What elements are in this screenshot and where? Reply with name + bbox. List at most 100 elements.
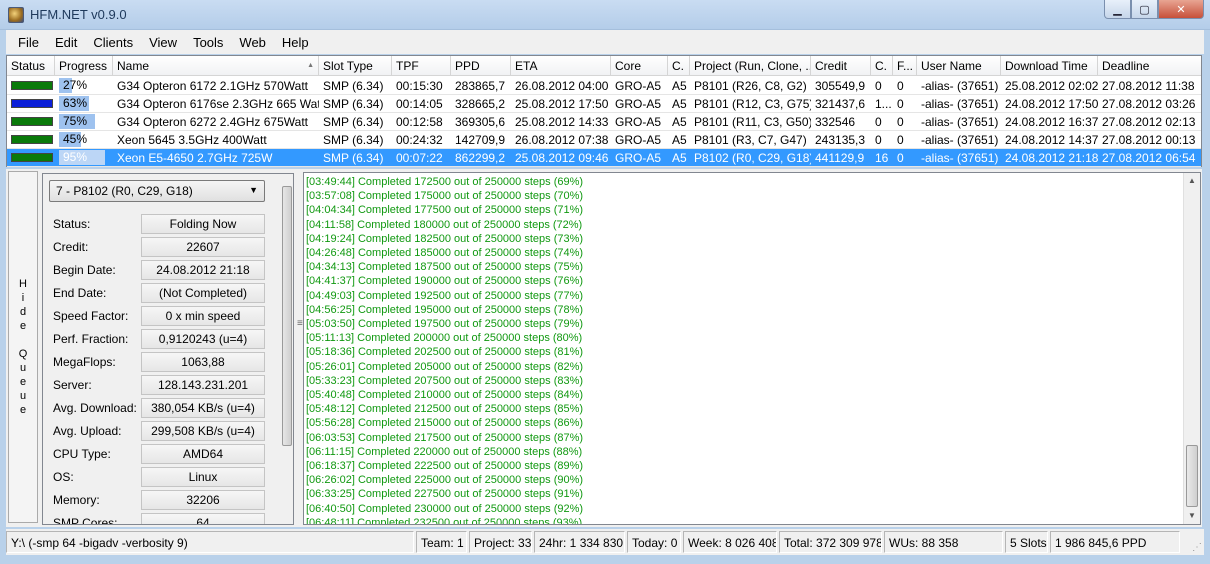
log-scroll-thumb[interactable]: [1186, 445, 1198, 507]
cell-tpf: 00:14:05: [396, 97, 443, 111]
cell-core: GRO-A5: [615, 97, 662, 111]
col-header-ppd[interactable]: PPD: [451, 56, 511, 76]
cell-deadline: 27.08.2012 02:13: [1102, 115, 1196, 129]
table-row[interactable]: 27% G34 Opteron 6172 2.1GHz 570Watt SMP (6…: [7, 77, 1201, 95]
queue-scrollbar[interactable]: [281, 178, 293, 522]
hide-queue-button[interactable]: Hide Queue: [8, 171, 38, 523]
queue-field: OS: Linux: [51, 467, 281, 487]
queue-field: MegaFlops: 1063,88: [51, 352, 281, 372]
menu-tools[interactable]: Tools: [185, 35, 231, 50]
window-title: HFM.NET v0.9.0: [30, 7, 127, 22]
log-panel: [03:49:44] Completed 172500 out of 25000…: [303, 172, 1201, 525]
cell-core: GRO-A5: [615, 133, 662, 147]
col-header-status[interactable]: Status: [7, 56, 55, 76]
scroll-up-icon[interactable]: ▲: [1184, 173, 1200, 189]
resize-grip-icon[interactable]: ⋰: [1192, 542, 1202, 553]
col-header-core[interactable]: Core: [611, 56, 668, 76]
progress-bar: 95%: [59, 150, 107, 165]
maximize-button[interactable]: ▢: [1131, 0, 1158, 19]
progress-text: 63%: [63, 96, 88, 110]
col-header-failed[interactable]: F...: [893, 56, 917, 76]
progress-cell: 63%: [55, 95, 113, 112]
cell-download-time: 25.08.2012 02:02: [1005, 79, 1098, 93]
col-header-name[interactable]: Name ▲: [113, 56, 319, 76]
cell-download-time: 24.08.2012 16:37: [1005, 115, 1098, 129]
queue-field-label: End Date:: [53, 286, 107, 300]
hide-queue-char: u: [19, 390, 27, 402]
minimize-button[interactable]: ▁: [1104, 0, 1131, 19]
cell-project: P8101 (R3, C7, G47): [694, 133, 807, 147]
scroll-down-icon[interactable]: ▼: [1184, 508, 1200, 524]
queue-field-label: SMP Cores:: [53, 516, 118, 525]
cell-failed: 0: [897, 133, 904, 147]
queue-field-label: Credit:: [53, 240, 89, 254]
menu-file[interactable]: File: [10, 35, 47, 50]
splitter-grip-icon: ≡: [297, 318, 303, 329]
table-row[interactable]: 95% Xeon E5-4650 2.7GHz 725W SMP (6.34) 00:…: [7, 149, 1201, 167]
queue-field: End Date: (Not Completed): [51, 283, 281, 303]
cell-deadline: 27.08.2012 03:26: [1102, 97, 1196, 111]
menu-edit[interactable]: Edit: [47, 35, 85, 50]
col-header-credit[interactable]: Credit: [811, 56, 871, 76]
queue-field: Server: 128.143.231.201: [51, 375, 281, 395]
col-header-label: Name: [117, 59, 150, 73]
table-row[interactable]: 45% Xeon 5645 3.5GHz 400Watt SMP (6.34) 00:…: [7, 131, 1201, 149]
cell-credit: 441129,9: [815, 151, 865, 165]
minimize-icon: ▁: [1113, 2, 1122, 16]
progress-text: 75%: [63, 114, 88, 128]
status-team: Team: 1: [416, 531, 467, 553]
log-line: [06:48:11] Completed 232500 out of 25000…: [306, 516, 583, 525]
col-header-progress[interactable]: Progress: [55, 56, 113, 76]
cell-credit: 305549,9: [815, 79, 866, 93]
slot-queue-selected: 7 - P8102 (R0, C29, G18): [56, 184, 193, 198]
col-header-eta[interactable]: ETA: [511, 56, 611, 76]
menu-web[interactable]: Web: [231, 35, 274, 50]
hide-queue-char: i: [21, 292, 25, 304]
cell-name: G34 Opteron 6272 2.4GHz 675Watt: [117, 115, 308, 129]
queue-field-label: Speed Factor:: [53, 309, 129, 323]
status-color-bar: [11, 99, 53, 108]
col-header-core-id[interactable]: C.: [668, 56, 690, 76]
queue-field: Memory: 32206: [51, 490, 281, 510]
menu-clients[interactable]: Clients: [85, 35, 141, 50]
close-button[interactable]: ✕: [1158, 0, 1204, 19]
col-header-label: Project (Run, Clone, ...: [694, 59, 811, 73]
log-scrollbar[interactable]: ▲ ▼: [1183, 173, 1200, 524]
col-header-tpf[interactable]: TPF: [392, 56, 451, 76]
log-line: [06:26:02] Completed 225000 out of 25000…: [306, 474, 584, 487]
queue-field-label: Begin Date:: [53, 263, 116, 277]
col-header-completed[interactable]: C.: [871, 56, 893, 76]
log-line: [05:11:13] Completed 200000 out of 25000…: [306, 332, 583, 345]
progress-bar: 27%: [59, 78, 107, 93]
col-header-project[interactable]: Project (Run, Clone, ...: [690, 56, 811, 76]
table-row[interactable]: 75% G34 Opteron 6272 2.4GHz 675Watt SMP (6…: [7, 113, 1201, 131]
slot-queue-dropdown[interactable]: 7 - P8102 (R0, C29, G18) ▼: [49, 180, 265, 202]
cell-ppd: 369305,6: [455, 115, 506, 129]
cell-core: GRO-A5: [615, 151, 662, 165]
cell-failed: 0: [897, 97, 904, 111]
col-header-label: Progress: [59, 59, 108, 73]
queue-scroll-thumb[interactable]: [282, 186, 292, 446]
queue-field: Perf. Fraction: 0,9120243 (u=4): [51, 329, 281, 349]
queue-field-value: 64: [141, 513, 265, 524]
status-bar: Y:\ (-smp 64 -bigadv -verbosity 9) Team:…: [6, 529, 1204, 555]
cell-eta: 26.08.2012 07:38: [515, 133, 609, 147]
cell-eta: 25.08.2012 14:33: [515, 115, 609, 129]
col-header-download-time[interactable]: Download Time: [1001, 56, 1098, 76]
table-row[interactable]: 63% G34 Opteron 6176se 2.3GHz 665 Watt SMP…: [7, 95, 1201, 113]
menu-view[interactable]: View: [141, 35, 185, 50]
col-header-slot-type[interactable]: Slot Type: [319, 56, 392, 76]
col-header-user-name[interactable]: User Name: [917, 56, 1001, 76]
queue-field-value: 299,508 KB/s (u=4): [141, 421, 265, 441]
log-line: [06:03:53] Completed 217500 out of 25000…: [306, 431, 584, 444]
col-header-deadline[interactable]: Deadline: [1098, 56, 1201, 76]
cell-completed: 0: [875, 133, 882, 147]
log-line: [05:33:23] Completed 207500 out of 25000…: [306, 374, 584, 387]
menu-help[interactable]: Help: [274, 35, 317, 50]
cell-project: P8101 (R12, C3, G75): [694, 97, 811, 111]
progress-cell: 27%: [55, 77, 113, 94]
queue-field-value: Linux: [141, 467, 265, 487]
status-color-bar: [11, 117, 53, 126]
slots-grid: Status Progress Name ▲ Slot Type TPF PPD …: [6, 55, 1202, 167]
status-wus: WUs: 88 358: [884, 531, 1003, 553]
